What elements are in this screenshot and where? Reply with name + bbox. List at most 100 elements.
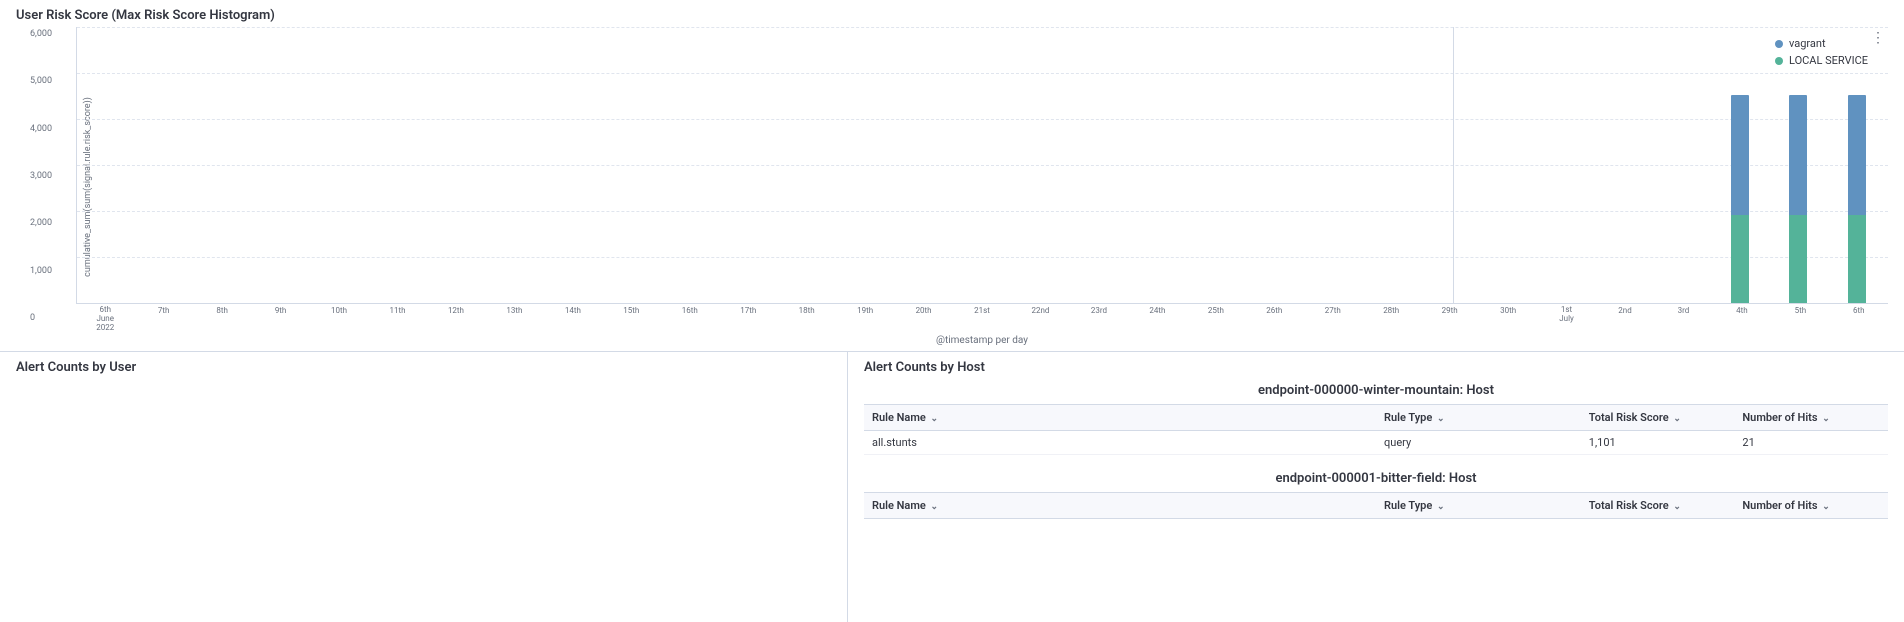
x-tick-12th: 12th <box>427 306 485 334</box>
x-tick-16th: 16th <box>661 306 719 334</box>
x-tick-27th: 27th <box>1304 306 1362 334</box>
y-tick-2000: 2,000 <box>30 218 76 228</box>
x-tick-29th: 29th <box>1420 306 1478 334</box>
bar-vagrant-6th <box>1848 95 1866 215</box>
host-table-0: Rule Name ⌄ Rule Type ⌄ Total Risk Score… <box>864 404 1888 455</box>
table-header-row-0: Rule Name ⌄ Rule Type ⌄ Total Risk Score… <box>864 405 1888 431</box>
right-panel-title: Alert Counts by Host <box>864 360 1888 375</box>
x-tick-24th: 24th <box>1128 306 1186 334</box>
panel-left: Alert Counts by User <box>0 352 848 622</box>
bar-local-6th <box>1848 215 1866 303</box>
col-header-rule-name-1[interactable]: Rule Name ⌄ <box>864 493 1376 519</box>
x-tick-28th: 28th <box>1362 306 1420 334</box>
sort-icon-risk-1: ⌄ <box>1673 502 1681 512</box>
sort-icon-hits-1: ⌄ <box>1822 502 1830 512</box>
y-tick-6000: 6,000 <box>30 29 76 39</box>
sort-icon-type-0: ⌄ <box>1437 414 1445 424</box>
bar-group-4th <box>1713 95 1771 303</box>
x-tick-26th: 26th <box>1245 306 1303 334</box>
legend-item-local: LOCAL SERVICE <box>1775 54 1868 67</box>
sort-icon-rule-1: ⌄ <box>931 502 939 512</box>
bar-local-4th <box>1731 215 1749 303</box>
x-tick-15th: 15th <box>602 306 660 334</box>
cell-rule-name: all.stunts <box>864 431 1376 455</box>
x-tick-10th: 10th <box>310 306 368 334</box>
legend-label-local: LOCAL SERVICE <box>1789 54 1868 67</box>
legend-item-vagrant: vagrant <box>1775 37 1868 50</box>
col-header-hits-1[interactable]: Number of Hits ⌄ <box>1734 493 1888 519</box>
col-header-rule-type-0[interactable]: Rule Type ⌄ <box>1376 405 1581 431</box>
x-tick-17th: 17th <box>719 306 777 334</box>
x-tick-21st: 21st <box>953 306 1011 334</box>
bottom-panels: Alert Counts by User Alert Counts by Hos… <box>0 352 1904 622</box>
sort-icon-risk-0: ⌄ <box>1673 414 1681 424</box>
stacked-bar <box>1848 95 1870 303</box>
y-tick-3000: 3,000 <box>30 171 76 181</box>
x-tick-6th-june: 6thJune2022 <box>76 306 134 334</box>
host-title-0: endpoint-000000-winter-mountain: Host <box>864 383 1888 398</box>
x-tick-30th: 30th <box>1479 306 1537 334</box>
x-tick-19th: 19th <box>836 306 894 334</box>
x-tick-2nd: 2nd <box>1596 306 1654 334</box>
sort-icon-hits-0: ⌄ <box>1822 414 1830 424</box>
col-header-rule-type-1[interactable]: Rule Type ⌄ <box>1376 493 1581 519</box>
vertical-separator <box>1453 27 1454 303</box>
chart-title: User Risk Score (Max Risk Score Histogra… <box>16 8 1888 23</box>
host-block-1: endpoint-000001-bitter-field: Host Rule … <box>864 471 1888 519</box>
col-header-rule-name-0[interactable]: Rule Name ⌄ <box>864 405 1376 431</box>
legend-dot-local <box>1775 57 1783 65</box>
x-tick-8th: 8th <box>193 306 251 334</box>
bars-container <box>77 27 1888 303</box>
host-block-0: endpoint-000000-winter-mountain: Host Ru… <box>864 383 1888 455</box>
x-tick-13th: 13th <box>485 306 543 334</box>
chart-legend: vagrant LOCAL SERVICE <box>1775 37 1868 67</box>
cell-hits: 21 <box>1734 431 1888 455</box>
x-tick-4th: 4th <box>1713 306 1771 334</box>
stacked-bar <box>1731 95 1753 303</box>
x-tick-20th: 20th <box>894 306 952 334</box>
bar-group-6th <box>1830 95 1888 303</box>
cell-rule-type: query <box>1376 431 1581 455</box>
bar-vagrant-5th <box>1789 95 1807 215</box>
x-tick-18th: 18th <box>777 306 835 334</box>
chart-options-button[interactable]: ⋮ <box>1871 31 1886 45</box>
stacked-bar <box>1789 95 1811 303</box>
host-table-1: Rule Name ⌄ Rule Type ⌄ Total Risk Score… <box>864 492 1888 519</box>
x-tick-9th: 9th <box>251 306 309 334</box>
table-header-row-1: Rule Name ⌄ Rule Type ⌄ Total Risk Score… <box>864 493 1888 519</box>
y-axis-ticks: 6,000 5,000 4,000 3,000 2,000 1,000 0 <box>30 27 76 347</box>
x-tick-22nd: 22nd <box>1011 306 1069 334</box>
left-panel-title: Alert Counts by User <box>16 360 831 375</box>
y-tick-1000: 1,000 <box>30 266 76 276</box>
x-axis-label: @timestamp per day <box>76 334 1888 347</box>
col-header-total-risk-1[interactable]: Total Risk Score ⌄ <box>1581 493 1735 519</box>
col-header-hits-0[interactable]: Number of Hits ⌄ <box>1734 405 1888 431</box>
bar-vagrant-4th <box>1731 95 1749 215</box>
x-tick-11th: 11th <box>368 306 426 334</box>
col-header-total-risk-0[interactable]: Total Risk Score ⌄ <box>1581 405 1735 431</box>
x-tick-7th: 7th <box>134 306 192 334</box>
x-tick-5th: 5th <box>1771 306 1829 334</box>
chart-plot-area: vagrant LOCAL SERVICE ⋮ <box>76 27 1888 304</box>
y-tick-0: 0 <box>30 313 76 323</box>
x-tick-23rd: 23rd <box>1070 306 1128 334</box>
sort-icon-type-1: ⌄ <box>1437 502 1445 512</box>
legend-label-vagrant: vagrant <box>1789 37 1826 50</box>
x-tick-3rd: 3rd <box>1654 306 1712 334</box>
x-axis-ticks: 6thJune2022 7th 8th 9th 10th 11th 12th 1… <box>76 304 1888 334</box>
x-tick-14th: 14th <box>544 306 602 334</box>
host-title-1: endpoint-000001-bitter-field: Host <box>864 471 1888 486</box>
y-tick-4000: 4,000 <box>30 124 76 134</box>
bar-group-5th <box>1771 95 1829 303</box>
cell-total-risk: 1,101 <box>1581 431 1735 455</box>
page: User Risk Score (Max Risk Score Histogra… <box>0 0 1904 622</box>
table-row: all.stunts query 1,101 21 <box>864 431 1888 455</box>
panel-right: Alert Counts by Host endpoint-000000-win… <box>848 352 1904 622</box>
y-tick-5000: 5,000 <box>30 76 76 86</box>
chart-section: User Risk Score (Max Risk Score Histogra… <box>0 0 1904 352</box>
bar-local-5th <box>1789 215 1807 303</box>
sort-icon-rule-0: ⌄ <box>931 414 939 424</box>
legend-dot-vagrant <box>1775 40 1783 48</box>
x-tick-25th: 25th <box>1187 306 1245 334</box>
x-tick-6th: 6th <box>1830 306 1888 334</box>
